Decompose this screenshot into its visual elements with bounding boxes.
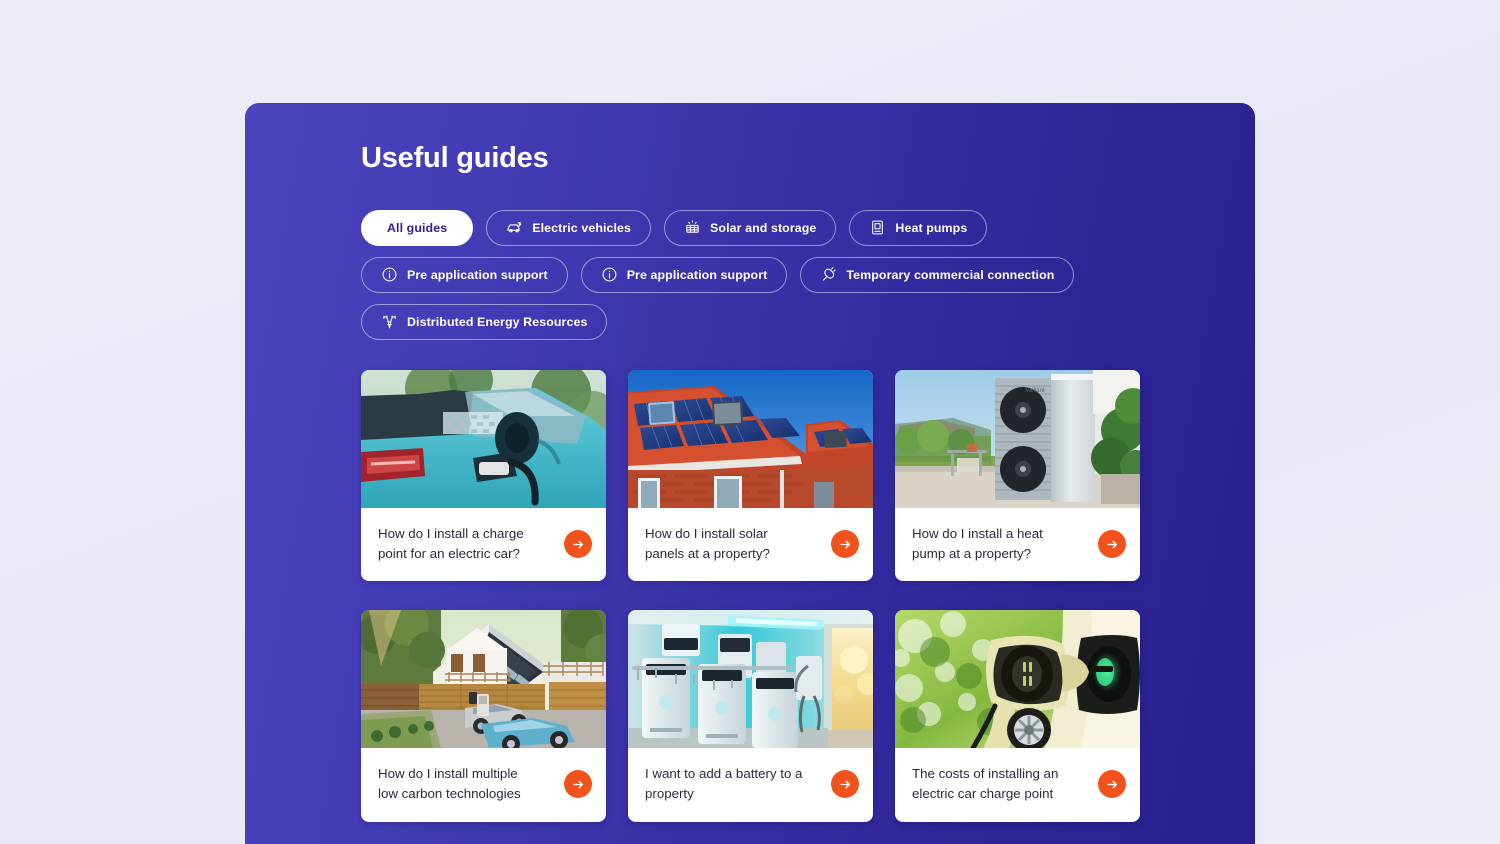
- heat-pump-icon: [869, 219, 886, 236]
- plug-icon: [820, 266, 837, 283]
- filter-chip-temporary-commercial-connection[interactable]: Temporary commercial connection: [800, 256, 1075, 293]
- guide-card-title: How do I install solar panels at a prope…: [645, 525, 770, 561]
- guide-card-title: How do I install a charge point for an e…: [378, 525, 524, 561]
- guide-card-body: The costs of installing an electric car …: [895, 748, 1140, 821]
- info-icon: [381, 266, 398, 283]
- guide-card-body: How do I install a charge point for an e…: [361, 508, 606, 581]
- electric-car-charging-photo: [361, 369, 606, 508]
- electric-car-icon: [506, 219, 523, 236]
- guide-card-title: How do I install a heat pump at a proper…: [912, 525, 1043, 561]
- filter-chip-label: Pre application support: [407, 267, 548, 282]
- guide-card[interactable]: The costs of installing an electric car …: [895, 610, 1140, 822]
- ev-charging-connector-photo: [895, 610, 1140, 749]
- arrow-right-icon: [840, 540, 850, 548]
- guide-card[interactable]: How do I install a charge point for an e…: [361, 369, 606, 582]
- pylon-icon: [381, 313, 398, 330]
- guide-card-arrow-button[interactable]: [831, 770, 859, 799]
- panel-content: Useful guides All guides Electric vehicl…: [245, 103, 1255, 844]
- arrow-right-icon: [1107, 540, 1117, 548]
- solar-panel-icon: [684, 219, 701, 236]
- arrow-right-icon: [573, 780, 583, 789]
- guide-card-arrow-button[interactable]: [1098, 770, 1126, 799]
- guide-card-body: How do I install a heat pump at a proper…: [895, 508, 1140, 581]
- guide-card-arrow-button[interactable]: [1098, 530, 1126, 558]
- info-icon: [601, 266, 618, 283]
- guide-card-arrow-button[interactable]: [564, 530, 592, 558]
- guide-card-body: How do I install multiple low carbon tec…: [361, 748, 606, 821]
- filter-chip-all-guides[interactable]: All guides: [361, 209, 474, 246]
- arrow-right-icon: [1107, 780, 1117, 789]
- guide-card[interactable]: How do I install solar panels at a prope…: [628, 369, 873, 582]
- guide-card-arrow-button[interactable]: [564, 770, 592, 799]
- guide-card-arrow-button[interactable]: [831, 530, 859, 558]
- filter-chip-solar-and-storage[interactable]: Solar and storage: [664, 209, 837, 246]
- svg-text:Vaillant: Vaillant: [1025, 388, 1045, 394]
- filter-chip-label: Temporary commercial connection: [846, 267, 1055, 282]
- guide-card-body: How do I install solar panels at a prope…: [628, 508, 873, 581]
- solar-panels-roof-photo: [628, 369, 873, 508]
- guides-card-grid: How do I install a charge point for an e…: [361, 369, 1255, 822]
- filter-chip-distributed-energy-resources[interactable]: Distributed Energy Resources: [361, 303, 608, 340]
- guide-card[interactable]: Vaillant How do I install a heat pump at…: [895, 369, 1140, 582]
- filter-chip-pre-application-support-2[interactable]: Pre application support: [580, 256, 788, 293]
- page-title: Useful guides: [361, 142, 549, 174]
- filter-chip-label: Electric vehicles: [532, 220, 632, 235]
- guide-card-title: I want to add a battery to a property: [645, 766, 803, 802]
- filter-chip-label: Solar and storage: [710, 220, 817, 235]
- guide-card[interactable]: I want to add a battery to a property: [628, 610, 873, 822]
- filter-chip-label: Pre application support: [626, 267, 768, 282]
- arrow-right-icon: [573, 540, 583, 548]
- filter-chip-electric-vehicles[interactable]: Electric vehicles: [486, 209, 652, 246]
- guide-card-body: I want to add a battery to a property: [628, 748, 873, 821]
- guide-card-title: How do I install multiple low carbon tec…: [378, 766, 521, 802]
- arrow-right-icon: [840, 780, 850, 789]
- guide-card[interactable]: How do I install multiple low carbon tec…: [361, 610, 606, 822]
- battery-storage-garage-photo: [628, 610, 873, 749]
- filter-chip-label: Distributed Energy Resources: [407, 314, 588, 329]
- filter-chip-list: All guides Electric vehicles Solar and s…: [361, 209, 1101, 340]
- filter-chip-heat-pumps[interactable]: Heat pumps: [849, 209, 988, 246]
- useful-guides-panel: Useful guides All guides Electric vehicl…: [245, 103, 1255, 844]
- page-stage: Useful guides All guides Electric vehicl…: [0, 0, 1500, 844]
- heat-pump-unit-photo: Vaillant: [895, 369, 1140, 508]
- guide-card-title: The costs of installing an electric car …: [912, 766, 1059, 802]
- modern-house-solar-cars-photo: [361, 610, 606, 749]
- filter-chip-label: All guides: [387, 220, 448, 235]
- filter-chip-pre-application-support-1[interactable]: Pre application support: [361, 256, 568, 293]
- filter-chip-label: Heat pumps: [895, 220, 968, 235]
